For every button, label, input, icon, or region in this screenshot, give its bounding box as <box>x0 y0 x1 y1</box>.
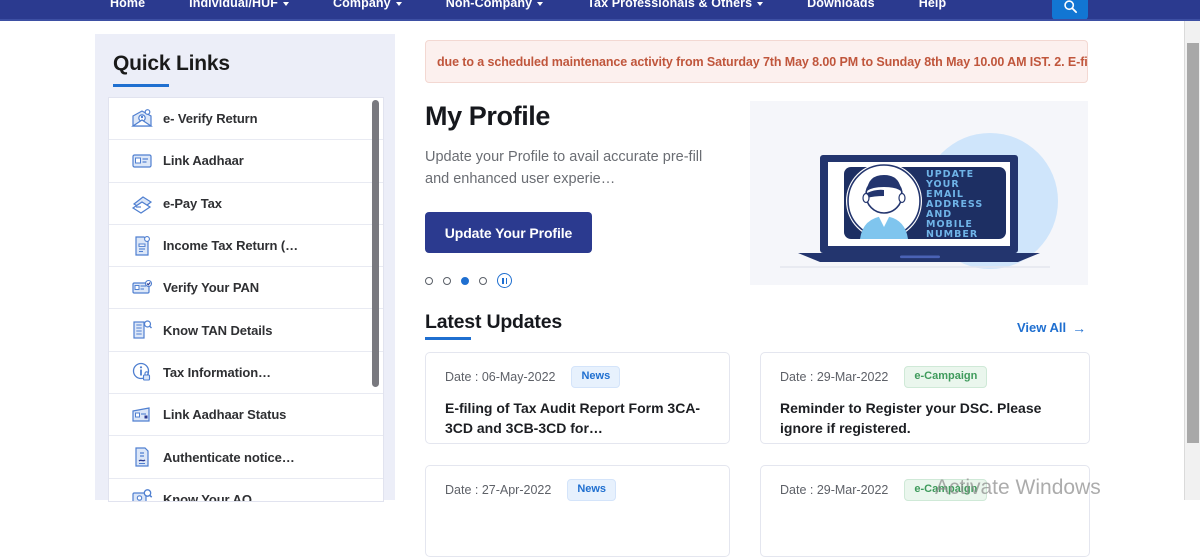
update-card-text: Reminder to Register your DSC. Please ig… <box>780 399 1042 436</box>
sidebar-item-label: e- Verify Return <box>163 111 258 127</box>
arrow-right-icon: → <box>1072 319 1087 336</box>
update-card[interactable]: Date : 29-Mar-2022 e-Campaign Reminder to … <box>760 352 1090 444</box>
nav-item-individual-huf[interactable]: Individual/HUF <box>167 0 311 10</box>
card-check-icon <box>121 276 163 300</box>
sidebar-item-label: Verify Your PAN <box>163 280 260 296</box>
quick-links-title: Quick Links <box>113 52 230 75</box>
carousel-dot[interactable] <box>425 276 433 285</box>
chevron-down-icon <box>283 1 290 6</box>
latest-updates-title: Latest Updates <box>425 311 562 333</box>
maintenance-alert-text: due to a scheduled maintenance activity … <box>437 54 1088 69</box>
pause-icon[interactable] <box>497 273 512 288</box>
update-card-date: Date : 29-Mar-2022 <box>780 369 889 384</box>
profile-description: Update your Profile to avail accurate pr… <box>425 149 703 187</box>
profile-banner-image: UPDATE YOUR EMAIL ADDRESS AND MOBILE NUMBER <box>750 101 1088 285</box>
envelope-person-icon <box>121 107 163 131</box>
update-card-text: E-filing of Tax Audit Report Form 3CA-3C… <box>445 399 701 436</box>
nav-item-label: Home <box>110 0 146 10</box>
sidebar-item-label: Link Aadhaar Status <box>163 407 287 423</box>
sidebar-item-verify-your-pan[interactable]: Verify Your PAN <box>109 267 383 310</box>
nav-item-home[interactable]: Home <box>88 0 167 10</box>
page-title: My Profile <box>425 101 551 131</box>
carousel-dot[interactable] <box>443 276 451 285</box>
sidebar-item-label: Know TAN Details <box>163 322 273 338</box>
building-search-icon <box>121 318 163 342</box>
nav-item-label: Company <box>333 0 391 10</box>
sidebar-item-e-verify-return[interactable]: e- Verify Return <box>109 98 383 141</box>
carousel-dot[interactable] <box>479 276 487 285</box>
info-lock-icon <box>121 360 163 384</box>
quick-links-panel: Quick Links e- Verify Return Link Aadhaar… <box>95 34 395 502</box>
update-card-date: Date : 29-Mar-2022 <box>780 482 889 497</box>
sidebar-item-label: e-Pay Tax <box>163 195 222 211</box>
quick-links-underline <box>113 84 169 87</box>
sidebar-item-tax-information[interactable]: Tax Information… <box>109 352 383 395</box>
sidebar-item-label: Income Tax Return (… <box>163 238 299 254</box>
carousel-pagination[interactable] <box>425 273 512 288</box>
update-card[interactable]: Date : 06-May-2022 News E-filing of Tax Au… <box>425 352 730 444</box>
view-all-label: View All <box>1017 320 1067 335</box>
update-card-date: Date : 27-Apr-2022 <box>445 482 552 497</box>
quick-links-scrollbar[interactable] <box>372 98 381 501</box>
chevron-down-icon <box>395 1 402 6</box>
sidebar-item-label: Know Your AO <box>163 491 252 502</box>
update-card-header: Date : 29-Mar-2022 e-Campaign <box>780 366 1073 388</box>
latest-updates-underline <box>425 337 471 340</box>
sidebar-item-label: Authenticate notice… <box>163 449 295 465</box>
sidebar-item-link-aadhaar-status[interactable]: Link Aadhaar Status <box>109 394 383 437</box>
quick-links-list[interactable]: e- Verify Return Link Aadhaar e-Pay Tax Inc… <box>108 97 384 502</box>
sidebar-item-know-your-ao[interactable]: Know Your AO <box>109 479 383 502</box>
sidebar-item-authenticate-notice[interactable]: Authenticate notice… <box>109 436 383 479</box>
quick-links-scrollbar-thumb[interactable] <box>372 100 379 387</box>
nav-item-company[interactable]: Company <box>311 0 424 10</box>
svg-text:NUMBER: NUMBER <box>926 229 978 240</box>
sidebar-item-link-aadhaar[interactable]: Link Aadhaar <box>109 140 383 183</box>
maintenance-alert: due to a scheduled maintenance activity … <box>425 40 1088 83</box>
main-content: due to a scheduled maintenance activity … <box>425 0 1185 557</box>
status-badge: e-Campaign <box>904 366 988 388</box>
sidebar-item-know-tan-details[interactable]: Know TAN Details <box>109 309 383 352</box>
sidebar-item-label: Link Aadhaar <box>163 153 244 169</box>
update-card-date: Date : 06-May-2022 <box>445 369 556 384</box>
id-card-icon <box>121 149 163 173</box>
browser-scrollbar-thumb[interactable] <box>1187 43 1199 443</box>
view-all-link[interactable]: View All → <box>1017 320 1086 335</box>
status-badge: News <box>567 479 617 501</box>
document-signature-icon <box>121 445 163 469</box>
payment-cards-icon <box>121 191 163 215</box>
update-card-header: Date : 06-May-2022 News <box>445 366 713 388</box>
sidebar-item-e-pay-tax[interactable]: e-Pay Tax <box>109 183 383 225</box>
card-status-icon <box>121 403 163 427</box>
document-clock-icon <box>121 234 163 258</box>
sidebar-item-income-tax-return[interactable]: Income Tax Return (… <box>109 225 383 268</box>
nav-item-label: Individual/HUF <box>189 0 279 10</box>
carousel-dot-active[interactable] <box>461 276 469 285</box>
windows-activation-watermark: Activate Windows <box>935 476 1101 499</box>
status-badge: News <box>571 366 621 388</box>
browser-scrollbar[interactable] <box>1184 21 1200 500</box>
update-profile-button[interactable]: Update Your Profile <box>425 212 592 253</box>
update-card[interactable]: Date : 27-Apr-2022 News <box>425 465 730 557</box>
update-card-header: Date : 27-Apr-2022 News <box>445 479 713 501</box>
sidebar-item-label: Tax Information… <box>163 364 271 380</box>
